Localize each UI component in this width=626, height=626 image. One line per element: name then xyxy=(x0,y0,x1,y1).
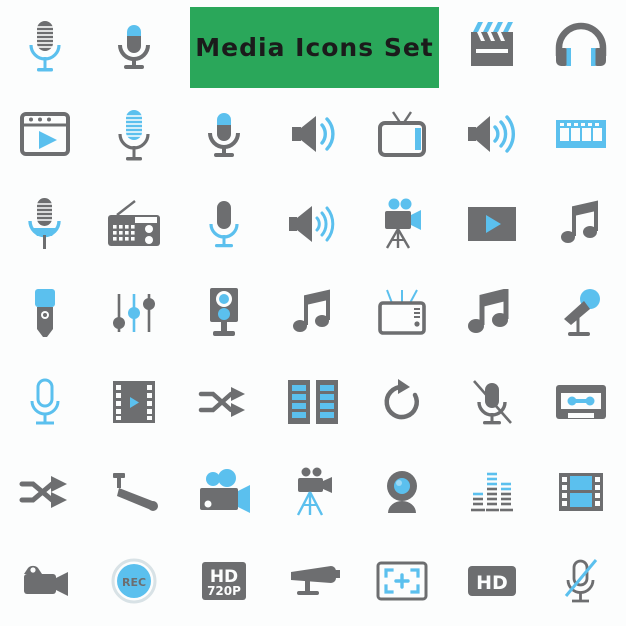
rec-label: REC xyxy=(122,576,146,589)
handheld-microphone-icon[interactable] xyxy=(0,268,89,357)
cassette-tape-icon[interactable] xyxy=(537,358,626,447)
fullscreen-focus-icon[interactable] xyxy=(358,537,447,626)
hd-720p-line2-label: 720P xyxy=(207,584,241,598)
vintage-microphone-icon[interactable] xyxy=(0,0,89,89)
television-icon[interactable] xyxy=(358,89,447,178)
speaker-waves-icon[interactable] xyxy=(268,179,357,268)
headphones-icon[interactable] xyxy=(537,0,626,89)
film-reels-icon[interactable] xyxy=(268,358,357,447)
retro-tv-icon[interactable] xyxy=(358,268,447,357)
speaker-volume-low-icon[interactable] xyxy=(268,89,357,178)
equalizer-bars-icon[interactable] xyxy=(447,447,536,536)
music-note-single-icon[interactable] xyxy=(268,268,357,357)
film-strip-icon[interactable] xyxy=(537,89,626,178)
studio-monitor-icon[interactable] xyxy=(179,268,268,357)
rec-badge-icon[interactable]: REC xyxy=(89,537,178,626)
icon-grid: REC HD 720P HD xyxy=(0,0,626,626)
webcam-icon[interactable] xyxy=(358,447,447,536)
shuffle-arrows-icon[interactable] xyxy=(0,447,89,536)
microphone-blue-top-icon[interactable] xyxy=(89,0,178,89)
repeat-icon[interactable] xyxy=(358,358,447,447)
microphone-line-icon[interactable] xyxy=(0,358,89,447)
vintage-microphone-base-icon[interactable] xyxy=(0,179,89,268)
speaker-volume-high-icon[interactable] xyxy=(447,89,536,178)
hd-badge-icon[interactable]: HD xyxy=(447,537,536,626)
title-banner: Media Icons Set xyxy=(190,7,439,88)
camera-tripod-icon[interactable] xyxy=(268,447,357,536)
microphone-mute-slash-icon[interactable] xyxy=(537,537,626,626)
radio-icon[interactable] xyxy=(89,179,178,268)
security-camera-icon[interactable] xyxy=(268,537,357,626)
video-camera-icon[interactable] xyxy=(179,447,268,536)
film-frame-play-icon[interactable] xyxy=(89,358,178,447)
music-note-icon[interactable] xyxy=(537,179,626,268)
play-button-icon[interactable] xyxy=(447,179,536,268)
microphone-outline-icon[interactable] xyxy=(179,179,268,268)
microphone-stand-icon[interactable] xyxy=(179,89,268,178)
clapperboard-icon[interactable] xyxy=(447,0,536,89)
equalizer-sliders-icon[interactable] xyxy=(89,268,178,357)
microphone-desk-stand-icon[interactable] xyxy=(537,268,626,357)
video-player-window-icon[interactable] xyxy=(0,89,89,178)
camcorder-icon[interactable] xyxy=(0,537,89,626)
film-strip-blue-icon[interactable] xyxy=(537,447,626,536)
hd-720p-badge-icon[interactable]: HD 720P xyxy=(179,537,268,626)
music-notes-double-icon[interactable] xyxy=(447,268,536,357)
hd-label: HD xyxy=(476,572,508,594)
movie-camera-tripod-icon[interactable] xyxy=(358,179,447,268)
cctv-camera-icon[interactable] xyxy=(89,447,178,536)
shuffle-icon[interactable] xyxy=(179,358,268,447)
vintage-microphone-blue-icon[interactable] xyxy=(89,89,178,178)
icon-sheet: REC HD 720P HD Media Icons Set xyxy=(0,0,626,626)
page-title: Media Icons Set xyxy=(195,33,434,62)
microphone-muted-icon[interactable] xyxy=(447,358,536,447)
